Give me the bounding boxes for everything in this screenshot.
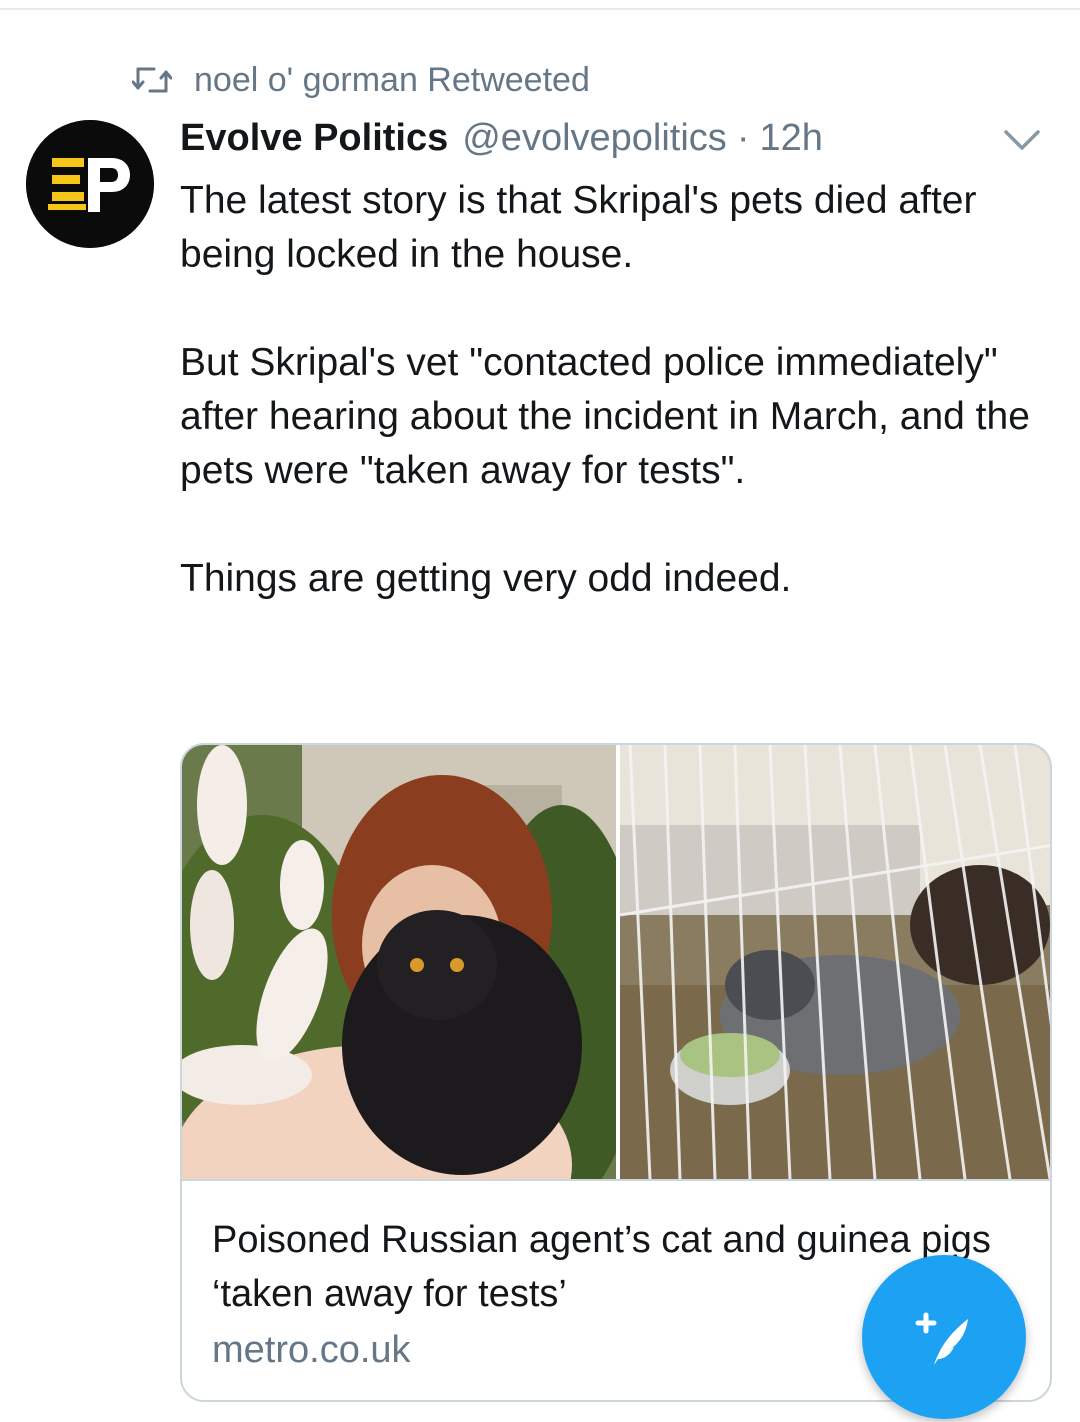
tweet-paragraph: The latest story is that Skripal's pets … — [180, 179, 977, 276]
author-display-name[interactable]: Evolve Politics — [180, 117, 448, 160]
retweet-label: noel o' gorman Retweeted — [194, 60, 590, 99]
card-photo-guinea-pigs — [620, 745, 1050, 1179]
tweet-text: The latest story is that Skripal's pets … — [180, 174, 1060, 606]
retweet-icon — [132, 67, 172, 93]
card-image — [182, 745, 1050, 1179]
tweet-timestamp[interactable]: 12h — [759, 117, 822, 160]
compose-tweet-icon — [915, 1312, 968, 1365]
author-avatar[interactable] — [26, 120, 154, 248]
compose-tweet-button[interactable] — [862, 1255, 1026, 1419]
tweet-paragraph: But Skripal's vet "contacted police imme… — [180, 341, 1030, 492]
card-divider — [182, 1179, 1050, 1181]
separator-dot: · — [736, 116, 750, 159]
retweet-context[interactable]: noel o' gorman Retweeted — [132, 60, 590, 100]
tweet-paragraph: Things are getting very odd indeed. — [180, 557, 792, 600]
evolve-politics-logo — [26, 120, 154, 248]
card-photo-woman-with-cat — [182, 745, 616, 1179]
author-handle[interactable]: @evolvepolitics — [462, 117, 727, 160]
top-divider — [0, 8, 1080, 10]
chevron-down-icon[interactable] — [1002, 126, 1042, 154]
tweet-header: Evolve Politics @evolvepolitics · 12h — [180, 112, 1060, 164]
